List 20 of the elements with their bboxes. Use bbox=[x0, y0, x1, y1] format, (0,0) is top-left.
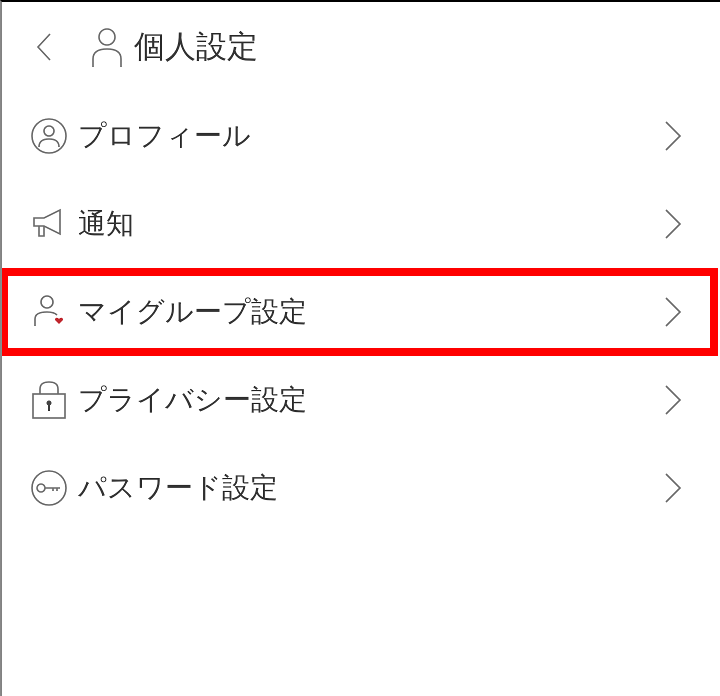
menu-item[interactable]: パスワード設定 bbox=[2, 444, 718, 532]
user-icon bbox=[90, 27, 124, 67]
page-title: 個人設定 bbox=[134, 28, 258, 67]
menu-item[interactable]: 通知 bbox=[2, 180, 718, 268]
menu-label: パスワード設定 bbox=[78, 470, 279, 506]
chevron-right-icon bbox=[664, 384, 682, 416]
user-circle-icon bbox=[30, 117, 68, 155]
key-circle-icon bbox=[30, 469, 68, 507]
chevron-right-icon bbox=[664, 120, 682, 152]
menu-label: プライバシー設定 bbox=[78, 382, 308, 418]
menu-label: マイグループ設定 bbox=[78, 294, 308, 330]
menu-item[interactable]: プライバシー設定 bbox=[2, 356, 718, 444]
chevron-right-icon bbox=[664, 472, 682, 504]
menu-item[interactable]: マイグループ設定 bbox=[2, 268, 718, 356]
padlock-icon bbox=[30, 380, 68, 420]
menu-label: 通知 bbox=[78, 206, 135, 242]
menu-item[interactable]: プロフィール bbox=[2, 92, 718, 180]
chevron-right-icon bbox=[664, 208, 682, 240]
chevron-right-icon bbox=[664, 296, 682, 328]
menu-label: プロフィール bbox=[78, 118, 252, 154]
